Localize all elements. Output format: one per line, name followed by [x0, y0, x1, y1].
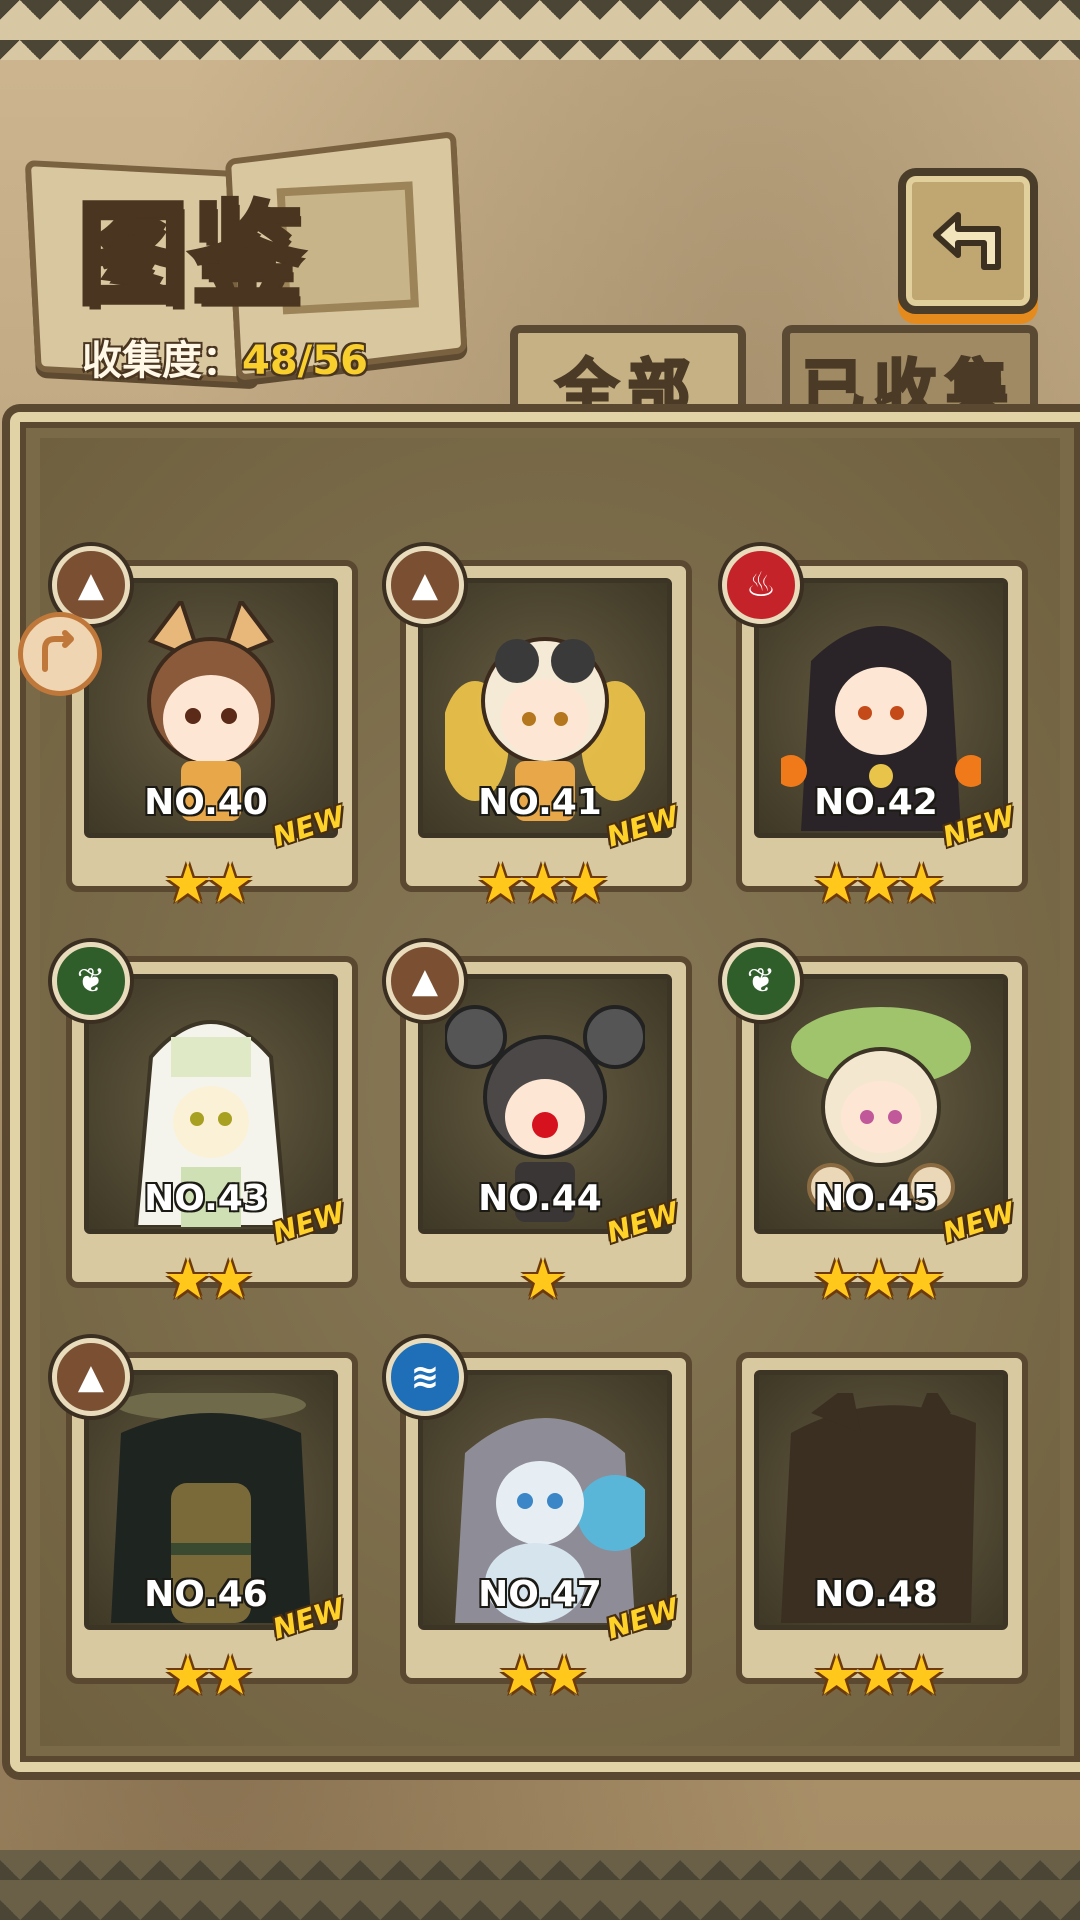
card-no-41[interactable]: NO.41 NEW ★★★ ▲: [386, 546, 692, 940]
star-rating: ★★★: [812, 1248, 945, 1311]
star-rating: ★★: [163, 1644, 255, 1707]
page-title: 图鉴: [75, 188, 306, 322]
collection-progress: 收集度：48/56: [82, 328, 368, 386]
grass-icon: ❦: [722, 942, 800, 1020]
top-border: [0, 0, 1080, 60]
star-rating: ★: [518, 1248, 567, 1311]
back-button[interactable]: [898, 168, 1038, 314]
card-no-42[interactable]: NO.42 NEW ★★★ ♨: [722, 546, 1028, 940]
star-rating: ★★★: [812, 1644, 945, 1707]
side-arrow-button[interactable]: [18, 612, 102, 696]
card-no-45[interactable]: NO.45 NEW ★★★ ❦: [722, 942, 1028, 1336]
card-no-47[interactable]: NO.47 NEW ★★ ≋: [386, 1338, 692, 1732]
earth-icon: ▲: [386, 942, 464, 1020]
grass-icon: ❦: [52, 942, 130, 1020]
arrow-icon: [42, 630, 74, 672]
star-rating: ★★: [163, 1248, 255, 1311]
fire-icon: ♨: [722, 546, 800, 624]
earth-icon: ▲: [52, 1338, 130, 1416]
card-no-43[interactable]: NO.43 NEW ★★ ❦: [52, 942, 358, 1336]
card-no-46[interactable]: NO.46 NEW ★★ ▲: [52, 1338, 358, 1732]
collection-label: 收集度：: [82, 338, 242, 384]
star-rating: ★★★: [812, 852, 945, 915]
star-rating: ★★: [497, 1644, 589, 1707]
card-no-40[interactable]: NO.40 NEW ★★ ▲: [52, 546, 358, 940]
card-no-44[interactable]: NO.44 NEW ★ ▲: [386, 942, 692, 1336]
earth-icon: ▲: [386, 546, 464, 624]
star-rating: ★★★: [476, 852, 609, 915]
card-no-48-locked[interactable]: NO.48 ★★★: [736, 1352, 1028, 1732]
water-icon: ≋: [386, 1338, 464, 1416]
collection-value: 48/56: [242, 338, 368, 384]
card-number: NO.48: [814, 1574, 938, 1615]
bottom-border: [0, 1850, 1080, 1920]
return-icon: [933, 212, 1001, 270]
star-rating: ★★: [163, 852, 255, 915]
